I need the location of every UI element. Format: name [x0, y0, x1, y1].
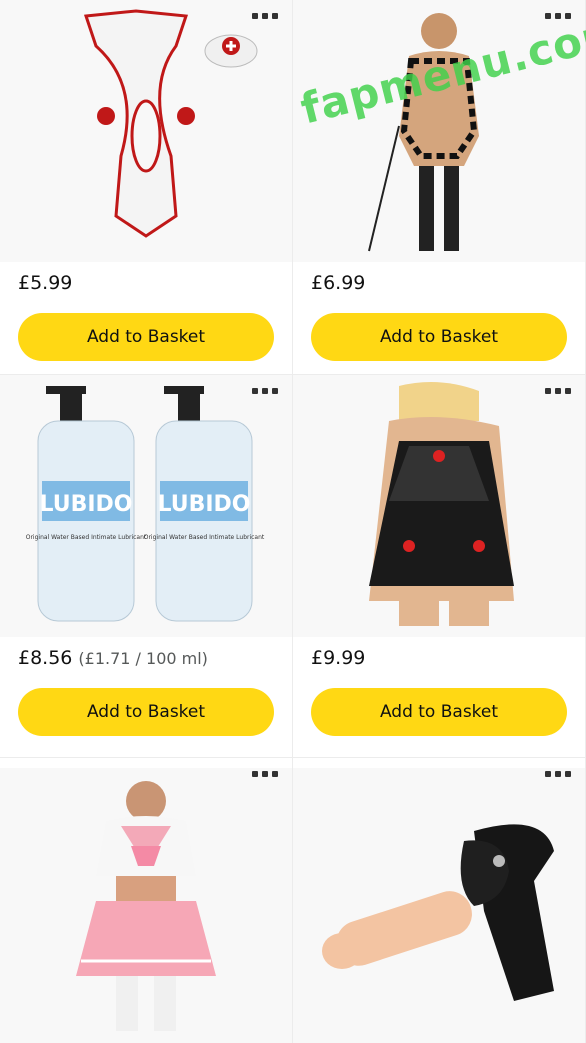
product-card[interactable]: LUBIDO Original Water Based Intimate Lub… — [0, 375, 293, 758]
product-price: £5.99 — [18, 272, 73, 294]
product-image[interactable] — [0, 0, 292, 262]
more-options-icon[interactable] — [545, 385, 571, 397]
product-card[interactable]: £5.99 Add to Basket — [0, 0, 293, 375]
product-image[interactable] — [293, 768, 585, 1043]
product-grid: £5.99 Add to Basket £6.99 Add to Basket — [0, 0, 586, 1043]
product-price: £8.56 (£1.71 / 100 ml) — [18, 647, 208, 669]
add-to-basket-button[interactable]: Add to Basket — [18, 313, 274, 361]
product-image[interactable] — [293, 375, 585, 637]
product-price: £6.99 — [311, 272, 366, 294]
product-card[interactable]: £6.99 Add to Basket — [293, 0, 586, 375]
lace-babydoll-icon — [369, 382, 514, 626]
bottle-text: Original Water Based Intimate Lubricant — [26, 534, 147, 541]
bottle-brand: LUBIDO — [39, 492, 132, 517]
more-options-icon[interactable] — [252, 768, 278, 780]
more-options-icon[interactable] — [545, 768, 571, 780]
product-card[interactable] — [293, 758, 586, 1043]
lubricant-bottles-icon: LUBIDO Original Water Based Intimate Lub… — [26, 386, 265, 622]
product-image[interactable]: LUBIDO Original Water Based Intimate Lub… — [0, 375, 292, 637]
more-options-icon[interactable] — [252, 385, 278, 397]
add-to-basket-button[interactable]: Add to Basket — [311, 688, 567, 736]
product-image[interactable] — [293, 0, 585, 262]
more-options-icon[interactable] — [252, 10, 278, 22]
bottle-brand: LUBIDO — [157, 492, 250, 517]
product-price: £9.99 — [311, 647, 366, 669]
add-to-basket-button[interactable]: Add to Basket — [311, 313, 567, 361]
more-options-icon[interactable] — [545, 10, 571, 22]
product-card[interactable]: £9.99 Add to Basket — [293, 375, 586, 758]
nurse-costume-icon — [83, 9, 258, 238]
strap-on-harness-icon — [322, 823, 554, 1001]
product-card[interactable] — [0, 758, 293, 1043]
product-image[interactable] — [0, 768, 292, 1043]
lingerie-bodysuit-icon — [368, 13, 479, 252]
add-to-basket-button[interactable]: Add to Basket — [18, 688, 274, 736]
schoolgirl-costume-icon — [76, 780, 216, 1031]
bottle-text: Original Water Based Intimate Lubricant — [144, 534, 265, 541]
